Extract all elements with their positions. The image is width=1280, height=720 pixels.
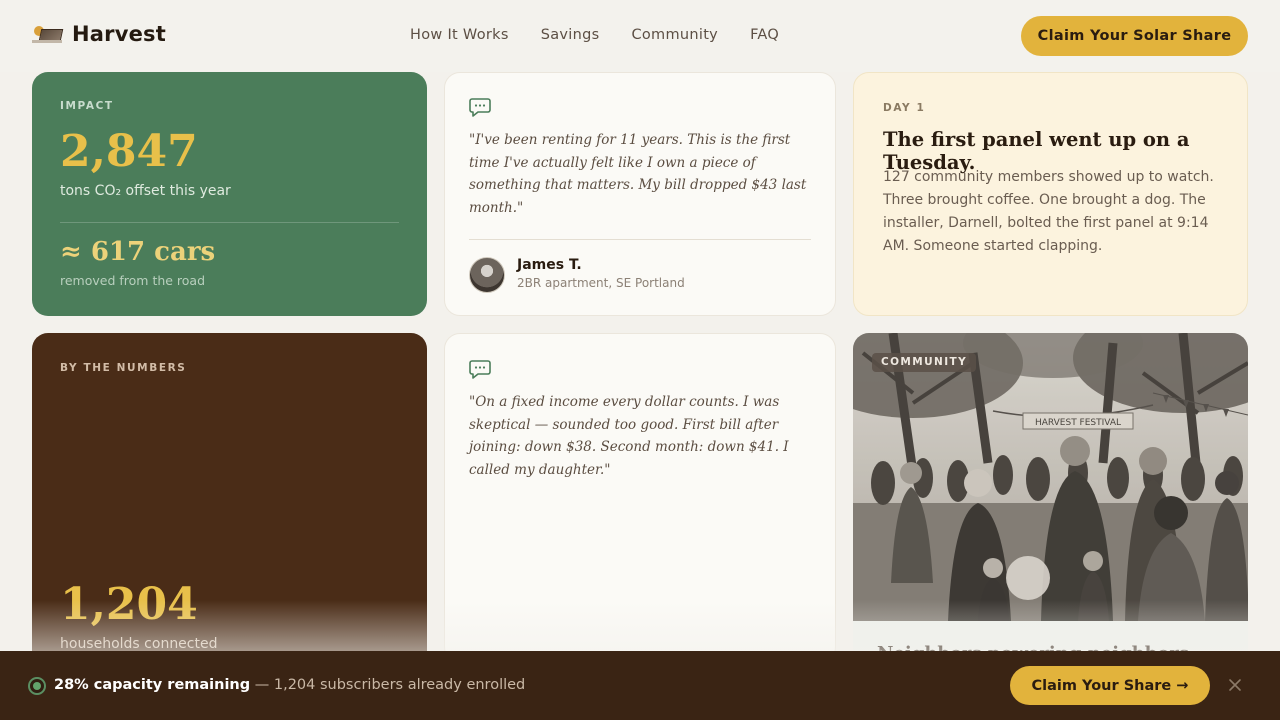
enrolled-count-text: — 1,204 subscribers already enrolled (250, 677, 526, 693)
testimonial-divider (469, 239, 811, 240)
community-photo-card[interactable]: HARVEST FESTIVAL COMMUNITY Neighbors pow… (853, 333, 1248, 673)
impact-eyebrow: IMPACT (60, 100, 114, 112)
cars-equivalent: ≈ 617 cars (60, 237, 216, 267)
author-location: 2BR apartment, SE Portland (517, 276, 685, 290)
site-header: Harvest How It Works Savings Community F… (0, 0, 1280, 72)
households-value: 1,204 (60, 579, 198, 630)
capacity-sticky-bar: 28% capacity remaining — 1,204 subscribe… (0, 651, 1280, 720)
impact-subtitle: tons CO₂ offset this year (60, 183, 231, 199)
close-icon[interactable] (1227, 677, 1243, 693)
testimonial-card: "On a fixed income every dollar counts. … (444, 333, 836, 663)
impact-divider (60, 222, 399, 223)
nav-community[interactable]: Community (631, 27, 718, 43)
main-nav: How It Works Savings Community FAQ (410, 27, 779, 43)
households-subtitle: households connected (60, 636, 218, 652)
brand-logo[interactable]: Harvest (32, 22, 166, 46)
author-name: James T. (517, 257, 582, 273)
numbers-card: BY THE NUMBERS 1,204 households connecte… (32, 333, 427, 673)
nav-faq[interactable]: FAQ (750, 27, 779, 43)
nav-savings[interactable]: Savings (541, 27, 600, 43)
day-one-story-card: DAY 1 The first panel went up on a Tuesd… (853, 72, 1248, 316)
chat-bubble-icon (469, 360, 491, 379)
capacity-status-text: 28% capacity remaining — 1,204 subscribe… (54, 677, 525, 693)
numbers-eyebrow: BY THE NUMBERS (60, 362, 187, 374)
impact-value: 2,847 (60, 126, 198, 177)
testimonial-quote: "On a fixed income every dollar counts. … (469, 394, 789, 478)
status-dot-icon (28, 677, 46, 695)
testimonial-card: "I've been renting for 11 years. This is… (444, 72, 836, 316)
community-tag: COMMUNITY (872, 353, 977, 372)
day-eyebrow: DAY 1 (883, 102, 926, 114)
story-body: 127 community members showed up to watch… (883, 169, 1214, 254)
testimonial-quote: "I've been renting for 11 years. This is… (469, 132, 807, 216)
claim-solar-share-button[interactable]: Claim Your Solar Share (1021, 16, 1248, 56)
avatar (469, 257, 505, 293)
capacity-remaining: 28% capacity remaining (54, 677, 251, 693)
solar-panel-icon (32, 23, 64, 45)
claim-share-button[interactable]: Claim Your Share → (1010, 666, 1210, 705)
brand-name: Harvest (72, 22, 166, 46)
nav-how-it-works[interactable]: How It Works (410, 27, 509, 43)
cars-subtitle: removed from the road (60, 273, 206, 288)
chat-bubble-icon (469, 98, 491, 117)
community-festival-photo: HARVEST FESTIVAL (853, 333, 1248, 621)
impact-card: IMPACT 2,847 tons CO₂ offset this year ≈… (32, 72, 427, 316)
